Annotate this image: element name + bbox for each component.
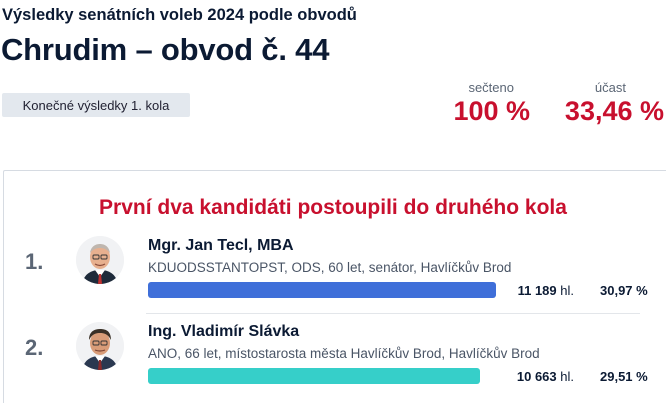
votes-unit: hl. bbox=[560, 283, 574, 298]
vote-share-bar-fill bbox=[148, 368, 480, 384]
row-divider bbox=[146, 313, 640, 314]
candidate-row[interactable]: 1. Mgr. Jan Tecl, MBA KDUODSSTANTOPST, O… bbox=[0, 236, 666, 316]
candidate-rank: 1. bbox=[25, 249, 44, 274]
candidate-votes: 10 663 hl. bbox=[500, 369, 574, 384]
panel-heading: První dva kandidáti postoupili do druhéh… bbox=[99, 196, 567, 219]
page-title: Chrudim – obvod č. 44 bbox=[1, 32, 330, 67]
candidate-name[interactable]: Ing. Vladimír Slávka bbox=[148, 323, 299, 341]
votes-number: 11 189 bbox=[517, 283, 557, 298]
candidate-row[interactable]: 2. Ing. Vladimír Slávka ANO, 66 let, mís… bbox=[0, 322, 666, 402]
counted-value: 100 % bbox=[453, 96, 530, 126]
turnout-stat: účast 33,46 % bbox=[530, 80, 664, 125]
candidate-details: KDUODSSTANTOPST, ODS, 60 let, senátor, H… bbox=[148, 260, 512, 275]
votes-number: 10 663 bbox=[516, 369, 557, 384]
vote-share-bar bbox=[148, 282, 496, 298]
candidate-details: ANO, 66 let, místostarosta města Havlíčk… bbox=[148, 346, 540, 361]
page-supertitle: Výsledky senátních voleb 2024 podle obvo… bbox=[2, 6, 357, 24]
counted-stat: sečteno 100 % bbox=[420, 80, 530, 125]
candidate-rank: 2. bbox=[25, 335, 44, 360]
turnout-label: účast bbox=[594, 80, 626, 95]
round-status-badge: Konečné výsledky 1. kola bbox=[2, 93, 190, 117]
candidate-percent: 29,51 % bbox=[600, 369, 648, 384]
candidate-percent: 30,97 % bbox=[600, 283, 648, 298]
candidate-portrait-icon bbox=[76, 322, 124, 370]
vote-share-bar-fill bbox=[148, 282, 496, 298]
candidate-name[interactable]: Mgr. Jan Tecl, MBA bbox=[148, 237, 294, 255]
candidate-votes: 11 189 hl. bbox=[500, 283, 574, 298]
turnout-value: 33,46 % bbox=[564, 96, 664, 126]
votes-unit: hl. bbox=[560, 369, 574, 384]
candidate-portrait-icon bbox=[76, 236, 124, 284]
vote-share-bar bbox=[148, 368, 496, 384]
counted-label: sečteno bbox=[468, 80, 514, 95]
